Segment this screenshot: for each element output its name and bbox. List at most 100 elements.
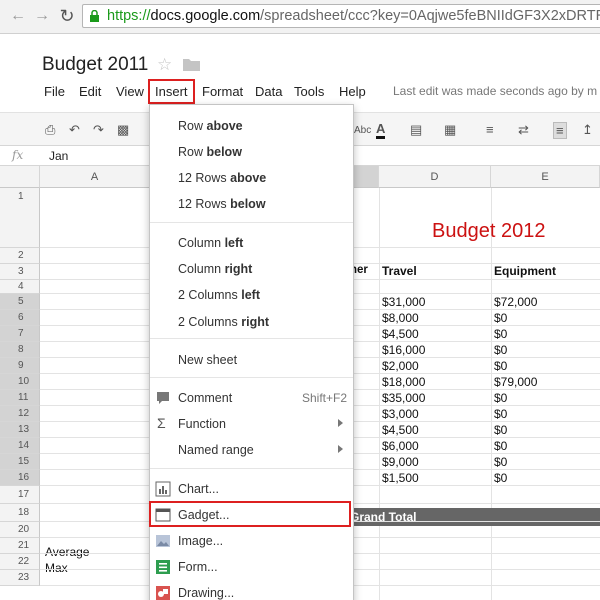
fill-color-icon[interactable]: ▤: [410, 122, 422, 138]
travel-cell[interactable]: $6,000: [382, 439, 419, 453]
row-header[interactable]: 20: [0, 522, 40, 538]
font-size-icon[interactable]: Abc: [354, 125, 371, 136]
forward-icon[interactable]: →: [32, 6, 52, 26]
print-icon[interactable]: ⎙: [45, 122, 55, 138]
equipment-cell[interactable]: $0: [494, 471, 507, 485]
equipment-cell[interactable]: $0: [494, 423, 507, 437]
row-header[interactable]: 9: [0, 358, 40, 374]
menu-new-sheet[interactable]: New sheet: [150, 347, 353, 373]
equipment-cell[interactable]: $72,000: [494, 295, 537, 309]
paint-format-icon[interactable]: ▩: [117, 122, 129, 138]
average-label[interactable]: Average: [45, 545, 89, 559]
column-header-d[interactable]: D: [379, 166, 491, 188]
row-header[interactable]: 7: [0, 326, 40, 342]
formula-input[interactable]: Jan: [49, 149, 68, 163]
column-header-c[interactable]: [350, 166, 379, 188]
row-header[interactable]: 12: [0, 406, 40, 422]
redo-icon[interactable]: ↷: [93, 122, 104, 138]
back-icon[interactable]: ←: [8, 6, 28, 26]
merge-icon[interactable]: ⇄: [518, 122, 529, 138]
travel-cell[interactable]: $2,000: [382, 359, 419, 373]
menu-2-columns-right[interactable]: 2 Columns right: [150, 309, 353, 335]
column-header-a[interactable]: A: [40, 166, 150, 188]
travel-cell[interactable]: $18,000: [382, 375, 425, 389]
header-travel[interactable]: Travel: [382, 264, 417, 278]
menu-drawing[interactable]: Drawing...: [150, 580, 353, 600]
travel-cell[interactable]: $8,000: [382, 311, 419, 325]
row-header[interactable]: 1: [0, 188, 40, 248]
row-header[interactable]: 13: [0, 422, 40, 438]
menu-12-rows-below[interactable]: 12 Rows below: [150, 191, 353, 217]
last-edit-status[interactable]: Last edit was made seconds ago by m: [393, 84, 597, 98]
folder-icon[interactable]: [183, 58, 200, 71]
menu-12-rows-above[interactable]: 12 Rows above: [150, 165, 353, 191]
row-header[interactable]: 3: [0, 264, 40, 280]
equipment-cell[interactable]: $0: [494, 407, 507, 421]
menu-tools[interactable]: Tools: [294, 84, 324, 99]
menu-row-above[interactable]: Row above: [150, 113, 353, 139]
row-header[interactable]: 2: [0, 248, 40, 264]
text-color-icon[interactable]: A: [376, 122, 386, 139]
menu-form[interactable]: Form...: [150, 554, 353, 580]
menu-file[interactable]: File: [44, 84, 65, 99]
undo-icon[interactable]: ↶: [69, 122, 80, 138]
menu-named-range[interactable]: Named range: [150, 437, 353, 463]
equipment-cell[interactable]: $0: [494, 391, 507, 405]
row-header[interactable]: 23: [0, 570, 40, 586]
row-header[interactable]: 14: [0, 438, 40, 454]
borders-icon[interactable]: ▦: [444, 122, 456, 138]
header-equipment[interactable]: Equipment: [494, 264, 556, 278]
sheet-title[interactable]: Budget 2012: [432, 220, 545, 243]
travel-cell[interactable]: $4,500: [382, 327, 419, 341]
row-header[interactable]: 8: [0, 342, 40, 358]
menu-comment[interactable]: Comment Shift+F2: [150, 385, 353, 411]
row-header[interactable]: 18: [0, 504, 40, 522]
document-title[interactable]: Budget 2011: [42, 54, 148, 76]
equipment-cell[interactable]: $79,000: [494, 375, 537, 389]
travel-cell[interactable]: $16,000: [382, 343, 425, 357]
menu-column-right[interactable]: Column right: [150, 256, 353, 282]
menu-format[interactable]: Format: [202, 84, 243, 99]
reload-icon[interactable]: ↻: [57, 6, 77, 26]
row-header[interactable]: 17: [0, 486, 40, 504]
column-header-e[interactable]: E: [491, 166, 600, 188]
travel-cell[interactable]: $4,500: [382, 423, 419, 437]
corner-cell[interactable]: [0, 166, 40, 188]
row-header[interactable]: 15: [0, 454, 40, 470]
row-header[interactable]: 6: [0, 310, 40, 326]
star-icon[interactable]: ☆: [157, 55, 172, 75]
travel-cell[interactable]: $35,000: [382, 391, 425, 405]
equipment-cell[interactable]: $0: [494, 343, 507, 357]
row-header[interactable]: 21: [0, 538, 40, 554]
row-header[interactable]: 22: [0, 554, 40, 570]
menu-row-below[interactable]: Row below: [150, 139, 353, 165]
travel-cell[interactable]: $1,500: [382, 471, 419, 485]
menu-column-left[interactable]: Column left: [150, 230, 353, 256]
row-header[interactable]: 16: [0, 470, 40, 486]
menu-function[interactable]: Σ Function: [150, 411, 353, 437]
equipment-cell[interactable]: $0: [494, 455, 507, 469]
row-header[interactable]: 11: [0, 390, 40, 406]
travel-cell[interactable]: $9,000: [382, 455, 419, 469]
menu-data[interactable]: Data: [255, 84, 282, 99]
more-icon[interactable]: ↥: [582, 122, 593, 138]
menu-view[interactable]: View: [116, 84, 144, 99]
travel-cell[interactable]: $31,000: [382, 295, 425, 309]
menu-2-columns-left[interactable]: 2 Columns left: [150, 282, 353, 308]
row-header[interactable]: 5: [0, 294, 40, 310]
equipment-cell[interactable]: $0: [494, 359, 507, 373]
row-header[interactable]: 4: [0, 280, 40, 294]
equipment-cell[interactable]: $0: [494, 327, 507, 341]
row-header[interactable]: 10: [0, 374, 40, 390]
menu-edit[interactable]: Edit: [79, 84, 101, 99]
equipment-cell[interactable]: $0: [494, 311, 507, 325]
menu-chart[interactable]: Chart...: [150, 476, 353, 502]
travel-cell[interactable]: $3,000: [382, 407, 419, 421]
max-label[interactable]: Max: [45, 561, 68, 575]
wrap-text-icon[interactable]: ≡: [553, 122, 567, 139]
align-icon[interactable]: ≡: [486, 122, 494, 137]
equipment-cell[interactable]: $0: [494, 439, 507, 453]
address-bar[interactable]: https://docs.google.com/spreadsheet/ccc?…: [82, 4, 600, 28]
menu-image[interactable]: Image...: [150, 528, 353, 554]
menu-help[interactable]: Help: [339, 84, 366, 99]
